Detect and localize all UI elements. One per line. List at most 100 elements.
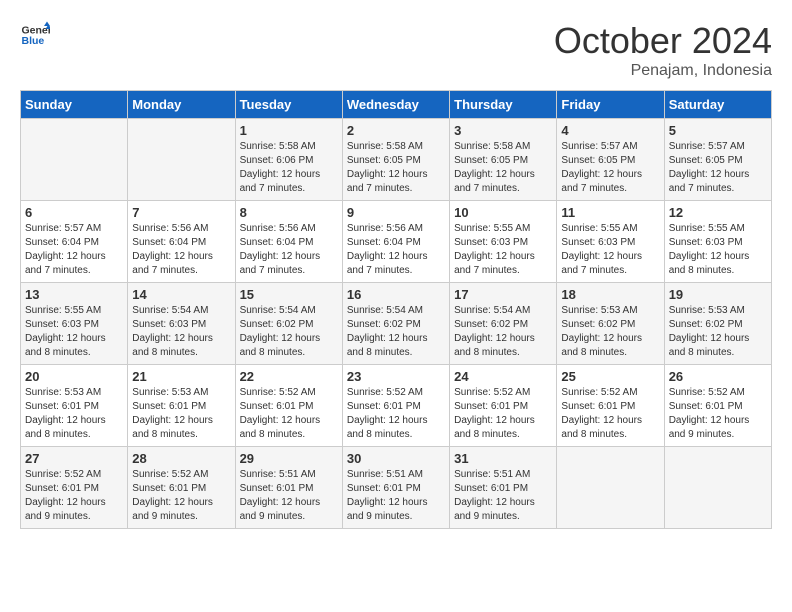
day-details: Sunrise: 5:52 AM Sunset: 6:01 PM Dayligh… [132,468,230,524]
day-details: Sunrise: 5:52 AM Sunset: 6:01 PM Dayligh… [669,386,767,442]
calendar-cell: 29Sunrise: 5:51 AM Sunset: 6:01 PM Dayli… [235,447,342,529]
calendar-cell: 11 Sunrise: 5:55 AM Sunset: 6:03 PM Dayli… [557,201,664,283]
day-details: Sunrise: 5:52 AM Sunset: 6:01 PM Dayligh… [561,386,659,442]
day-number: 6 [25,205,123,220]
calendar-cell: 24 Sunrise: 5:52 AM Sunset: 6:01 PM Dayli… [450,365,557,447]
day-number: 16 [347,287,445,302]
location-title: Penajam, Indonesia [554,62,772,80]
day-details: Sunrise: 5:54 AM Sunset: 6:02 PM Dayligh… [240,304,338,360]
day-details: Sunrise: 5:54 AM Sunset: 6:02 PM Dayligh… [454,304,552,360]
day-details: Sunrise: 5:58 AM Sunset: 6:05 PM Dayligh… [347,140,445,196]
day-number: 12 [669,205,767,220]
day-details: Sunrise: 5:54 AM Sunset: 6:02 PM Dayligh… [347,304,445,360]
day-number: 11 [561,205,659,220]
day-number: 5 [669,123,767,138]
calendar-cell: 13Sunrise: 5:55 AM Sunset: 6:03 PM Dayli… [21,283,128,365]
col-sunday: Sunday [21,91,128,119]
col-tuesday: Tuesday [235,91,342,119]
col-saturday: Saturday [664,91,771,119]
calendar-cell [128,119,235,201]
calendar-cell: 2 Sunrise: 5:58 AM Sunset: 6:05 PM Daylig… [342,119,449,201]
calendar-cell: 31Sunrise: 5:51 AM Sunset: 6:01 PM Dayli… [450,447,557,529]
day-number: 30 [347,451,445,466]
day-number: 22 [240,369,338,384]
day-number: 14 [132,287,230,302]
page-header: General Blue October 2024 Penajam, Indon… [20,20,772,80]
calendar-cell: 27Sunrise: 5:52 AM Sunset: 6:01 PM Dayli… [21,447,128,529]
calendar-cell [664,447,771,529]
day-number: 27 [25,451,123,466]
calendar-cell: 4 Sunrise: 5:57 AM Sunset: 6:05 PM Daylig… [557,119,664,201]
day-number: 8 [240,205,338,220]
day-number: 1 [240,123,338,138]
logo: General Blue [20,20,50,50]
day-details: Sunrise: 5:52 AM Sunset: 6:01 PM Dayligh… [454,386,552,442]
calendar-cell: 30 Sunrise: 5:51 AM Sunset: 6:01 PM Dayli… [342,447,449,529]
day-number: 20 [25,369,123,384]
day-details: Sunrise: 5:54 AM Sunset: 6:03 PM Dayligh… [132,304,230,360]
day-details: Sunrise: 5:58 AM Sunset: 6:05 PM Dayligh… [454,140,552,196]
day-details: Sunrise: 5:51 AM Sunset: 6:01 PM Dayligh… [454,468,552,524]
day-number: 17 [454,287,552,302]
day-number: 24 [454,369,552,384]
day-number: 21 [132,369,230,384]
calendar-cell: 26Sunrise: 5:52 AM Sunset: 6:01 PM Dayli… [664,365,771,447]
calendar-cell: 16 Sunrise: 5:54 AM Sunset: 6:02 PM Dayli… [342,283,449,365]
col-friday: Friday [557,91,664,119]
day-details: Sunrise: 5:53 AM Sunset: 6:02 PM Dayligh… [561,304,659,360]
day-number: 4 [561,123,659,138]
calendar-cell: 22 Sunrise: 5:52 AM Sunset: 6:01 PM Dayli… [235,365,342,447]
logo-icon: General Blue [20,20,50,50]
day-number: 19 [669,287,767,302]
svg-text:Blue: Blue [22,35,45,47]
calendar-cell: 18 Sunrise: 5:53 AM Sunset: 6:02 PM Dayli… [557,283,664,365]
day-details: Sunrise: 5:55 AM Sunset: 6:03 PM Dayligh… [561,222,659,278]
day-number: 2 [347,123,445,138]
day-details: Sunrise: 5:51 AM Sunset: 6:01 PM Dayligh… [240,468,338,524]
calendar-table: Sunday Monday Tuesday Wednesday Thursday… [20,90,772,529]
day-details: Sunrise: 5:53 AM Sunset: 6:01 PM Dayligh… [132,386,230,442]
week-row-3: 13Sunrise: 5:55 AM Sunset: 6:03 PM Dayli… [21,283,772,365]
calendar-cell [21,119,128,201]
week-row-5: 27 Sunrise: 5:52 AM Sunset: 6:01 PM Dayli… [21,447,772,529]
col-thursday: Thursday [450,91,557,119]
day-details: Sunrise: 5:56 AM Sunset: 6:04 PM Dayligh… [347,222,445,278]
col-monday: Monday [128,91,235,119]
title-area: October 2024 Penajam, Indonesia [554,20,772,80]
week-row-1: 1 Sunrise: 5:58 AM Sunset: 6:06 PM Daylig… [21,119,772,201]
day-details: Sunrise: 5:53 AM Sunset: 6:02 PM Dayligh… [669,304,767,360]
day-details: Sunrise: 5:55 AM Sunset: 6:03 PM Dayligh… [669,222,767,278]
day-details: Sunrise: 5:57 AM Sunset: 6:05 PM Dayligh… [669,140,767,196]
week-row-2: 6Sunrise: 5:57 AM Sunset: 6:04 PM Daylig… [21,201,772,283]
calendar-cell: 3 Sunrise: 5:58 AM Sunset: 6:05 PM Daylig… [450,119,557,201]
day-number: 18 [561,287,659,302]
calendar-cell: 14 Sunrise: 5:54 AM Sunset: 6:03 PM Dayli… [128,283,235,365]
calendar-cell: 9 Sunrise: 5:56 AM Sunset: 6:04 PM Daylig… [342,201,449,283]
day-number: 7 [132,205,230,220]
day-details: Sunrise: 5:58 AM Sunset: 6:06 PM Dayligh… [240,140,338,196]
week-row-4: 20 Sunrise: 5:53 AM Sunset: 6:01 PM Dayli… [21,365,772,447]
calendar-cell: 1 Sunrise: 5:58 AM Sunset: 6:06 PM Daylig… [235,119,342,201]
calendar-cell: 8 Sunrise: 5:56 AM Sunset: 6:04 PM Daylig… [235,201,342,283]
col-wednesday: Wednesday [342,91,449,119]
calendar-cell: 5 Sunrise: 5:57 AM Sunset: 6:05 PM Daylig… [664,119,771,201]
day-details: Sunrise: 5:52 AM Sunset: 6:01 PM Dayligh… [240,386,338,442]
day-details: Sunrise: 5:51 AM Sunset: 6:01 PM Dayligh… [347,468,445,524]
day-details: Sunrise: 5:52 AM Sunset: 6:01 PM Dayligh… [347,386,445,442]
day-number: 23 [347,369,445,384]
calendar-cell: 21 Sunrise: 5:53 AM Sunset: 6:01 PM Dayli… [128,365,235,447]
header-row: Sunday Monday Tuesday Wednesday Thursday… [21,91,772,119]
day-details: Sunrise: 5:56 AM Sunset: 6:04 PM Dayligh… [240,222,338,278]
day-details: Sunrise: 5:57 AM Sunset: 6:05 PM Dayligh… [561,140,659,196]
calendar-cell: 23 Sunrise: 5:52 AM Sunset: 6:01 PM Dayli… [342,365,449,447]
calendar-cell: 28 Sunrise: 5:52 AM Sunset: 6:01 PM Dayli… [128,447,235,529]
calendar-cell: 20Sunrise: 5:53 AM Sunset: 6:01 PM Dayli… [21,365,128,447]
calendar-cell: 19 Sunrise: 5:53 AM Sunset: 6:02 PM Dayli… [664,283,771,365]
day-number: 10 [454,205,552,220]
day-details: Sunrise: 5:56 AM Sunset: 6:04 PM Dayligh… [132,222,230,278]
day-number: 9 [347,205,445,220]
day-number: 28 [132,451,230,466]
day-number: 3 [454,123,552,138]
month-title: October 2024 [554,20,772,62]
calendar-cell: 7 Sunrise: 5:56 AM Sunset: 6:04 PM Daylig… [128,201,235,283]
